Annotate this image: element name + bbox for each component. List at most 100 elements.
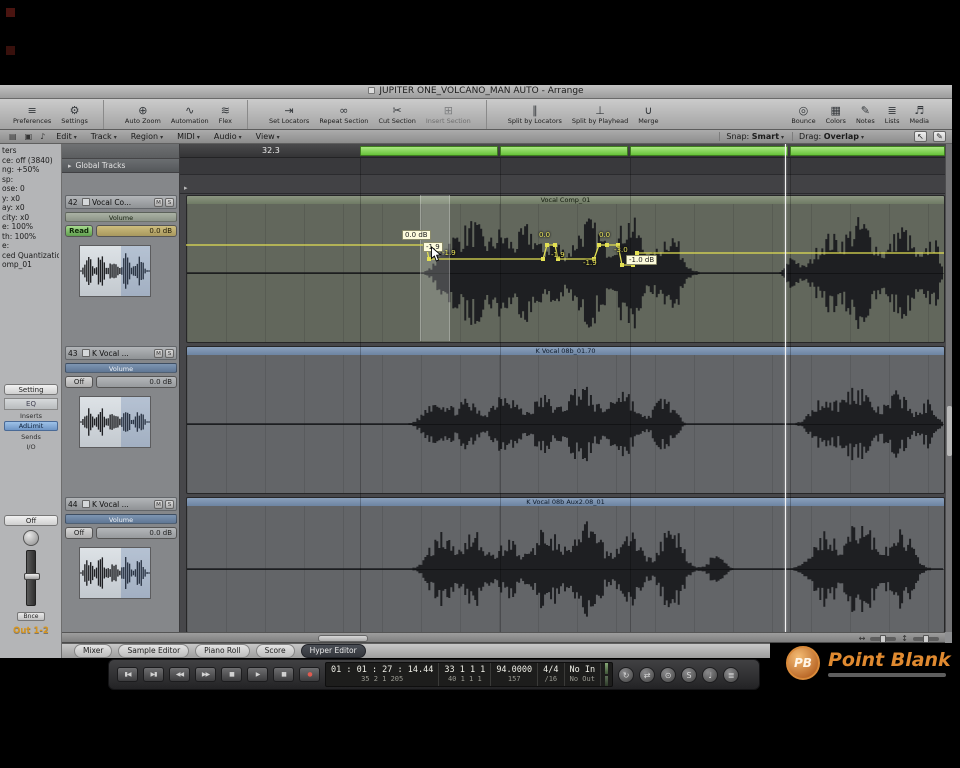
rewind-button[interactable]: ◀◀: [169, 667, 190, 682]
tab-score[interactable]: Score: [255, 644, 295, 658]
marker-segment[interactable]: [500, 146, 628, 156]
channel-off-button[interactable]: Off: [4, 515, 58, 526]
region-waveform[interactable]: [187, 355, 944, 493]
tab-hyper-editor[interactable]: Hyper Editor: [300, 644, 366, 658]
playhead[interactable]: [785, 144, 786, 632]
notes-button[interactable]: ✎ Notes: [851, 100, 880, 129]
global-tracks-row[interactable]: ▸ Global Tracks: [62, 159, 179, 173]
region-vocal-comp[interactable]: Vocal Comp_01: [186, 195, 945, 343]
flex-button[interactable]: ≋ Flex: [214, 100, 237, 129]
menu-midi[interactable]: MIDI ▾: [171, 132, 206, 141]
track-header-42[interactable]: 42 Vocal Co... M S Volume Read 0.0 dB: [65, 195, 177, 337]
volume-fader[interactable]: [24, 550, 40, 606]
track-name[interactable]: K Vocal ...: [92, 349, 152, 358]
track-name[interactable]: Vocal Co...: [92, 198, 152, 207]
pointer-tool-selector[interactable]: ↖: [914, 131, 927, 142]
region-k-vocal-2[interactable]: K Vocal 08b Aux2.08_01: [186, 497, 945, 632]
menu-region[interactable]: Region ▾: [125, 132, 169, 141]
auto-zoom-button[interactable]: ⊕ Auto Zoom: [120, 100, 166, 129]
region-k-vocal-1[interactable]: K Vocal 08b_01.70: [186, 346, 945, 494]
track-header-44[interactable]: 44 K Vocal ... M S Volume Off 0.0 dB: [65, 497, 177, 639]
solo-mode-button[interactable]: S: [681, 666, 698, 683]
horizontal-scrollbar[interactable]: ↔ ↕: [62, 632, 945, 643]
play-button[interactable]: ▶: [247, 667, 268, 682]
split-by-playhead-button[interactable]: ⊥ Split by Playhead: [567, 100, 633, 129]
catch-playhead-icon[interactable]: ▣: [22, 132, 36, 141]
marker-segment[interactable]: [630, 146, 788, 156]
hierarchy-icon[interactable]: ▤: [6, 132, 20, 141]
mute-button[interactable]: M: [154, 348, 163, 358]
hscroll-thumb[interactable]: [318, 635, 368, 642]
set-locators-button[interactable]: ⇥ Set Locators: [264, 100, 314, 129]
fader-handle[interactable]: [24, 573, 40, 580]
insert-slot-adlimit[interactable]: AdLimit: [4, 421, 58, 431]
h-zoom-slider[interactable]: [870, 634, 897, 643]
snap-selector[interactable]: Snap: Smart ▾: [719, 132, 790, 141]
pause-button[interactable]: ▮▮: [273, 667, 294, 682]
replace-button[interactable]: ⊙: [660, 666, 677, 683]
track-header-43[interactable]: 43 K Vocal ... M S Volume Off 0.0 dB: [65, 346, 177, 488]
lcd-tempo[interactable]: 94.0000 157: [491, 663, 539, 686]
output-label[interactable]: Out 1-2: [4, 626, 58, 636]
colors-button[interactable]: ▦ Colors: [821, 100, 851, 129]
channel-setting-button[interactable]: Setting: [4, 384, 58, 395]
preferences-button[interactable]: ≡ Preferences: [8, 100, 56, 129]
automation-button[interactable]: ∿ Automation: [166, 100, 214, 129]
tab-mixer[interactable]: Mixer: [74, 644, 113, 658]
vertical-scrollbar[interactable]: [945, 144, 952, 632]
mute-button[interactable]: M: [154, 197, 163, 207]
master-button[interactable]: ≣: [723, 666, 740, 683]
automation-param-display[interactable]: Volume: [65, 514, 177, 524]
bounce-channel-button[interactable]: Bnce: [17, 612, 45, 621]
marker-segment[interactable]: [360, 146, 498, 156]
automation-param-display[interactable]: Volume: [65, 212, 177, 222]
cut-section-button[interactable]: ✂ Cut Section: [373, 100, 420, 129]
pencil-tool-selector[interactable]: ✎: [933, 131, 946, 142]
midi-icon[interactable]: ♪: [37, 132, 48, 141]
stop-button[interactable]: ■: [221, 667, 242, 682]
vscroll-thumb[interactable]: [947, 406, 952, 456]
go-to-beginning-button[interactable]: ▮◀: [117, 667, 138, 682]
disclosure-triangle-icon[interactable]: ▸: [68, 162, 72, 170]
window-titlebar[interactable]: JUPITER ONE_VOLCANO_MAN AUTO - Arrange: [0, 85, 952, 99]
region-waveform[interactable]: [187, 506, 944, 632]
automation-value-display[interactable]: 0.0 dB: [96, 225, 177, 237]
menu-edit[interactable]: Edit ▾: [50, 132, 83, 141]
settings-button[interactable]: ⚙ Settings: [56, 100, 93, 129]
automation-value-display[interactable]: 0.0 dB: [96, 527, 177, 539]
solo-button[interactable]: S: [165, 499, 174, 509]
track-name[interactable]: K Vocal ...: [92, 500, 152, 509]
channel-eq-display[interactable]: EQ: [4, 398, 58, 410]
solo-button[interactable]: S: [165, 348, 174, 358]
lcd-position[interactable]: 01 : 01 : 27 : 14.44 35 2 1 205: [326, 663, 440, 686]
automation-param-display[interactable]: Volume: [65, 363, 177, 373]
split-by-locators-button[interactable]: ∥ Split by Locators: [503, 100, 567, 129]
drag-selector[interactable]: Drag: Overlap ▾: [792, 132, 870, 141]
forward-button[interactable]: ▶▶: [195, 667, 216, 682]
insert-section-button[interactable]: ⊞ Insert Section: [421, 100, 476, 129]
menu-track[interactable]: Track ▾: [85, 132, 123, 141]
disclosure-triangle-icon[interactable]: ▸: [184, 184, 188, 192]
merge-button[interactable]: ∪ Merge: [633, 100, 663, 129]
bar-ruler[interactable]: 32.3: [180, 144, 945, 158]
lcd-locators[interactable]: 33 1 1 1 40 1 1 1: [439, 663, 492, 686]
tab-sample-editor[interactable]: Sample Editor: [118, 644, 190, 658]
automation-mode-button[interactable]: Off: [65, 527, 93, 539]
tab-piano-roll[interactable]: Piano Roll: [195, 644, 250, 658]
menu-audio[interactable]: Audio ▾: [208, 132, 248, 141]
lcd-signature[interactable]: 4/4 /16: [538, 663, 565, 686]
solo-button[interactable]: S: [165, 197, 174, 207]
selection-band[interactable]: [420, 195, 450, 341]
go-to-end-button[interactable]: ▶▮: [143, 667, 164, 682]
pan-knob[interactable]: [23, 530, 39, 546]
cycle-button[interactable]: ↻: [618, 666, 635, 683]
mute-button[interactable]: M: [154, 499, 163, 509]
automation-value-display[interactable]: 0.0 dB: [96, 376, 177, 388]
automation-mode-button[interactable]: Off: [65, 376, 93, 388]
metronome-button[interactable]: ♩: [702, 666, 719, 683]
marker-segment[interactable]: [790, 146, 945, 156]
v-zoom-slider[interactable]: [913, 634, 939, 643]
media-button[interactable]: ♬ Media: [904, 100, 934, 129]
bounce-button[interactable]: ◎ Bounce: [786, 100, 820, 129]
menu-view[interactable]: View ▾: [250, 132, 286, 141]
